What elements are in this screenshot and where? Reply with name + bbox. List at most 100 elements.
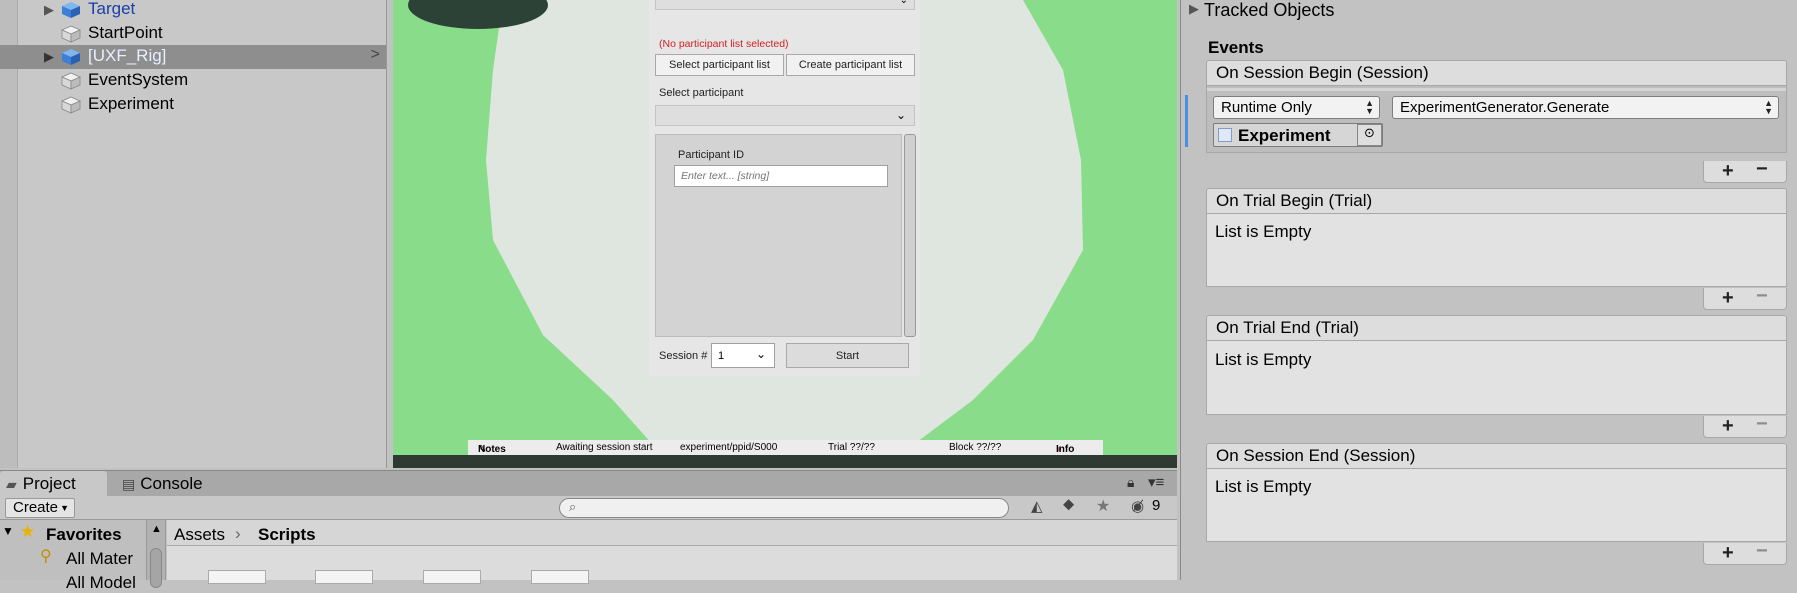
add-listener-button[interactable]: + (1722, 542, 1734, 565)
label-tag-icon[interactable]: ⬥ (1063, 496, 1074, 514)
participant-list-dropdown[interactable]: ⌄ (655, 0, 915, 10)
add-listener-button[interactable]: + (1722, 160, 1734, 183)
breadcrumb: Assets › Scripts (167, 520, 1177, 546)
favorites-label[interactable]: Favorites (46, 525, 122, 545)
create-participant-list-button[interactable]: Create participant list (786, 54, 915, 76)
hierarchy-item-target[interactable]: ▶ Target (0, 0, 386, 22)
gameobject-cube-icon (61, 25, 81, 43)
project-folder-tree: ▼ ★ Favorites ⚲ All Mater All Model ▲ (0, 520, 166, 592)
session-number-dropdown[interactable]: 1 ⌄ (711, 343, 775, 368)
breadcrumb-assets[interactable]: Assets (174, 525, 225, 545)
function-value: ExperimentGenerator.Generate (1400, 99, 1610, 116)
uxf-startup-panel: ⌄ (No participant list selected) Select … (649, 0, 920, 376)
game-view-bottom-edge (393, 455, 1177, 468)
object-picker-icon[interactable]: ⊙ (1357, 124, 1382, 146)
hierarchy-item-eventsystem[interactable]: EventSystem (0, 69, 386, 93)
participant-details-box: Participant ID (655, 134, 902, 337)
hierarchy-item-experiment[interactable]: Experiment (0, 93, 386, 117)
lock-icon[interactable]: 🔒︎ (1127, 474, 1134, 491)
chevron-down-icon: ⌄ (755, 347, 766, 361)
gameobject-cube-icon (61, 72, 81, 90)
tab-console[interactable]: ▤ Console (122, 471, 232, 497)
prefab-open-arrow-icon[interactable]: > (371, 46, 380, 64)
expand-arrow-icon[interactable]: ▶ (44, 49, 54, 65)
script-asset-icon[interactable] (423, 570, 481, 584)
hierarchy-item-label: [UXF_Rig] (88, 46, 167, 65)
tracked-objects-foldout[interactable]: Tracked Objects (1204, 0, 1334, 21)
trial-counter: Trial ??/?? (828, 442, 875, 453)
folder-tree-scrollbar[interactable]: ▲ (146, 520, 165, 588)
session-number-value: 1 (718, 350, 725, 362)
block-counter: Block ??/?? (949, 442, 1002, 453)
scroll-up-icon[interactable]: ▲ (151, 523, 162, 535)
hierarchy-item-uxf-rig[interactable]: ▶ [UXF_Rig] > (0, 45, 386, 69)
select-participant-list-button[interactable]: Select participant list (655, 54, 784, 76)
empty-list-text: List is Empty (1215, 222, 1312, 241)
hidden-packages-icon[interactable]: ◉̸ (1131, 497, 1144, 515)
chevron-down-icon: ⌄ (899, 0, 908, 6)
event-header-trial-begin: On Trial Begin (Trial) (1206, 188, 1787, 214)
hidden-count: 9 (1152, 497, 1161, 514)
breadcrumb-scripts[interactable]: Scripts (258, 525, 316, 545)
search-by-type-icon[interactable]: ◭ (1031, 497, 1043, 515)
expand-arrow-icon[interactable]: ▶ (44, 2, 54, 18)
remove-listener-button[interactable]: − (1756, 158, 1768, 181)
details-scrollbar[interactable] (904, 134, 916, 337)
tab-menu-icon[interactable]: ▾≡ (1148, 473, 1164, 491)
dropdown-arrow-icon: ▼ (60, 503, 69, 513)
drag-indicator (1185, 95, 1188, 147)
remove-listener-button[interactable]: − (1756, 285, 1768, 308)
create-dropdown[interactable]: Create ▼ (5, 498, 75, 518)
hierarchy-item-label: EventSystem (88, 70, 189, 89)
events-heading: Events (1208, 38, 1264, 57)
updown-arrows-icon: ▲ ▼ (1764, 98, 1773, 116)
add-listener-button[interactable]: + (1722, 415, 1734, 438)
favorites-star-icon[interactable]: ★ (1096, 496, 1110, 516)
notes-label: Notes (478, 444, 506, 455)
search-icon: ⌕ (569, 499, 577, 514)
script-icon (1218, 128, 1232, 142)
favorite-item[interactable]: All Mater (66, 549, 133, 569)
function-dropdown[interactable]: ExperimentGenerator.Generate ▲ ▼ (1392, 96, 1779, 119)
info-label: Info (1056, 444, 1075, 455)
script-asset-icon[interactable] (315, 570, 373, 584)
runtime-mode-dropdown[interactable]: Runtime Only ▲ ▼ (1213, 96, 1380, 119)
chevron-down-icon: ⌄ (895, 108, 906, 122)
empty-list-text: List is Empty (1215, 477, 1312, 496)
listener-top-strip (1207, 88, 1786, 91)
project-search-input[interactable]: ⌕ (559, 498, 1009, 518)
remove-listener-button[interactable]: − (1756, 413, 1768, 436)
select-participant-dropdown[interactable]: ⌄ (655, 105, 915, 126)
participant-id-label: Participant ID (678, 149, 745, 161)
favorite-item[interactable]: All Model (66, 573, 136, 593)
scrollbar-thumb[interactable] (150, 548, 162, 588)
event-header-session-end: On Session End (Session) (1206, 443, 1787, 469)
script-asset-icon[interactable] (208, 570, 266, 584)
hierarchy-item-label: Experiment (88, 94, 174, 113)
project-toolbar: Create ▼ ⌕ ◭ ⬥ ★ ◉̸ 9 (0, 496, 1177, 520)
script-asset-icon[interactable] (531, 570, 589, 584)
prefab-cube-icon (62, 49, 80, 65)
select-participant-label: Select participant (659, 87, 744, 99)
session-number-label: Session # (659, 350, 708, 362)
foldout-arrow-icon[interactable]: ▶ (1189, 1, 1199, 17)
breadcrumb-separator-icon: › (235, 524, 241, 543)
runtime-mode-value: Runtime Only (1221, 99, 1312, 116)
search-icon: ⚲ (40, 548, 52, 565)
session-status-text: Awaiting session start (556, 442, 653, 453)
session-path-text: experiment/ppid/S000 (680, 442, 778, 453)
game-view[interactable]: ⌄ (No participant list selected) Select … (393, 0, 1177, 466)
collapse-arrow-icon[interactable]: ▼ (2, 524, 14, 538)
hierarchy-item-startpoint[interactable]: StartPoint (0, 22, 386, 46)
remove-listener-button[interactable]: − (1756, 540, 1768, 563)
empty-list-text: List is Empty (1215, 350, 1312, 369)
tab-project[interactable]: ▰ Project (0, 471, 107, 497)
add-listener-button[interactable]: + (1722, 287, 1734, 310)
event-footer-session-end: + − (1703, 540, 1787, 565)
event-footer-trial-end: + − (1703, 413, 1787, 438)
participant-id-input[interactable] (674, 165, 888, 187)
updown-arrows-icon: ▲ ▼ (1365, 98, 1374, 116)
event-footer-trial-begin: + − (1703, 285, 1787, 310)
create-label: Create (13, 499, 59, 516)
start-button[interactable]: Start (786, 343, 909, 368)
